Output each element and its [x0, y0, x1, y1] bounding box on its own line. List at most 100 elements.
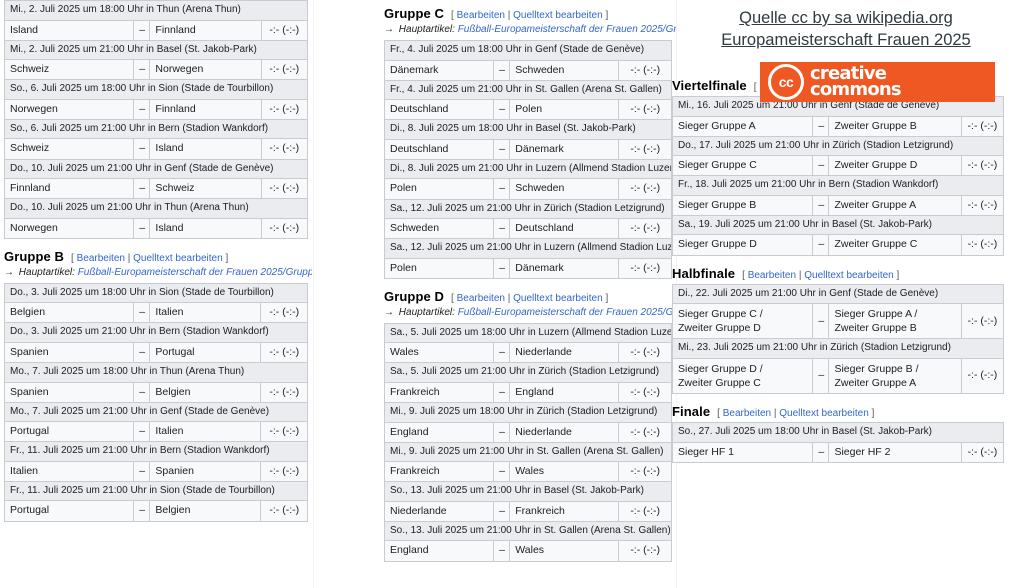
home-team-cell: Sieger Gruppe D / Zweiter Gruppe C [671, 357, 814, 395]
home-team-cell: Sieger Gruppe C [671, 155, 814, 177]
match-date-row: So., 13. Juli 2025 um 21:00 Uhr in Basel… [384, 481, 672, 502]
match-date-cell: Do., 3. Juli 2025 um 21:00 Uhr in Bern (… [4, 322, 308, 343]
versus-dash: – [493, 381, 511, 404]
versus-dash: – [133, 98, 151, 120]
away-team-cell: Island [149, 217, 262, 239]
match-date-row: Mi., 2. Juli 2025 um 18:00 Uhr in Thun (… [4, 0, 308, 21]
versus-dash: – [133, 302, 151, 324]
match-date-row: Di., 8. Juli 2025 um 18:00 Uhr in Basel … [384, 119, 672, 140]
away-team-cell: Spanien [149, 460, 262, 482]
match-rows-gruppe-b: Do., 3. Juli 2025 um 18:00 Uhr in Sion (… [3, 282, 308, 522]
match-row: Deutschland – Polen -:- (-:-) [383, 99, 672, 121]
main-article-label: Hauptartikel: [398, 306, 455, 318]
score-cell: -:- (-:-) [618, 59, 672, 81]
match-row: Belgien – Italien -:- (-:-) [3, 302, 308, 324]
match-date-cell: Fr., 18. Juli 2025 um 21:00 Uhr in Bern … [672, 175, 1004, 196]
score-cell: -:- (-:-) [260, 177, 309, 200]
bracket-close: ] [871, 408, 875, 420]
match-table-finale: So., 27. Juli 2025 um 18:00 Uhr in Basel… [671, 422, 1005, 463]
versus-dash: – [133, 19, 151, 41]
match-row: Schweiz – Norwegen -:- (-:-) [3, 59, 309, 81]
section-edit-links: [ Bearbeiten | Quelltext bearbeiten ] [742, 270, 899, 281]
home-team-cell: Finnland [3, 177, 135, 200]
score-cell: -:- (-:-) [618, 99, 672, 121]
home-team-cell: Dänemark [383, 59, 495, 81]
away-team-cell: Sieger Gruppe B / Zweiter Gruppe A [828, 357, 962, 395]
match-row: Island – Finnland -:- (-:-) [3, 19, 309, 41]
home-team-cell: Spanien [3, 381, 135, 403]
score-cell: -:- (-:-) [618, 381, 672, 404]
match-row: Portugal – Belgien -:- (-:-) [3, 500, 308, 522]
cc-mark-text: cc [778, 74, 794, 90]
main-article-link[interactable]: Fußball-Europameisterschaft der Frauen 2… [458, 307, 676, 318]
section-edit-links: [ Bearbeiten | Quelltext bearbeiten ] [451, 293, 608, 304]
edit-source-link[interactable]: Quelltext bearbeiten [804, 270, 894, 281]
edit-link[interactable]: Bearbeiten [457, 10, 505, 21]
away-team-cell: Norwegen [149, 59, 262, 81]
edit-source-link[interactable]: Quelltext bearbeiten [513, 293, 603, 304]
match-date-cell: Sa., 5. Juli 2025 um 21:00 Uhr in Zürich… [384, 362, 672, 383]
home-team-cell: Schweiz [3, 59, 135, 81]
arrow-icon: → [4, 266, 14, 278]
match-date-row: Mi., 23. Juli 2025 um 21:00 Uhr in Züric… [672, 338, 1004, 359]
edit-link[interactable]: Bearbeiten [723, 408, 771, 419]
link-separator: | [507, 10, 511, 21]
match-date-cell: So., 6. Juli 2025 um 18:00 Uhr in Sion (… [4, 79, 308, 100]
match-rows-gruppe-a: Mi., 2. Juli 2025 um 18:00 Uhr in Thun (… [3, 0, 309, 239]
match-row: Schweiz – Island -:- (-:-) [3, 138, 309, 160]
match-row: Italien – Spanien -:- (-:-) [3, 460, 308, 482]
edit-source-link[interactable]: Quelltext bearbeiten [779, 408, 869, 419]
match-date-row: Fr., 11. Juli 2025 um 21:00 Uhr in Bern … [4, 441, 308, 462]
match-date-row: Mo., 7. Juli 2025 um 18:00 Uhr in Thun (… [4, 362, 308, 383]
score-cell: -:- (-:-) [618, 461, 672, 483]
home-team-cell: Belgien [3, 302, 135, 324]
away-team-cell: Wales [509, 540, 620, 562]
versus-dash: – [493, 500, 511, 522]
away-team-cell: Zweiter Gruppe D [828, 155, 962, 177]
bracket-close: ] [225, 252, 229, 264]
away-team-cell: Wales [509, 461, 620, 483]
link-separator: | [773, 408, 777, 420]
main-article-link[interactable]: Fußball-Europameisterschaft der Frauen 2… [78, 267, 312, 278]
match-date-row: So., 6. Juli 2025 um 21:00 Uhr in Bern (… [4, 118, 308, 140]
bracket-open: [ [742, 269, 745, 281]
home-team-cell: Spanien [3, 341, 135, 364]
away-team-cell: England [509, 381, 620, 404]
score-cell: -:- (-:-) [260, 19, 309, 41]
match-date-cell: So., 6. Juli 2025 um 21:00 Uhr in Bern (… [4, 118, 308, 140]
home-team-cell: Portugal [3, 421, 135, 443]
away-team-cell: Belgien [149, 381, 262, 403]
versus-dash: – [493, 342, 511, 364]
main-article-link[interactable]: Fußball-Europameisterschaft der Frauen 2… [458, 24, 676, 35]
match-date-row: So., 13. Juli 2025 um 21:00 Uhr in St. G… [384, 520, 672, 542]
match-table-halbfinale: Di., 22. Juli 2025 um 21:00 Uhr in Genf … [671, 283, 1005, 395]
cc-mark-icon: cc [768, 64, 804, 100]
match-row: Frankreich – England -:- (-:-) [383, 381, 672, 404]
edit-source-link[interactable]: Quelltext bearbeiten [133, 253, 223, 264]
column-middle: Gruppe C [ Bearbeiten | Quelltext bearbe… [380, 0, 676, 572]
match-date-cell: Sa., 5. Juli 2025 um 18:00 Uhr in Luzern… [384, 322, 672, 344]
match-row: Sieger Gruppe C – Zweiter Gruppe D -:- (-:-… [671, 155, 1005, 177]
versus-dash: – [812, 441, 830, 463]
home-team-cell: Sieger Gruppe A [671, 115, 814, 137]
versus-dash: – [493, 59, 511, 81]
section-heading-gruppe-d: Gruppe D [ Bearbeiten | Quelltext bearbe… [384, 289, 676, 304]
edit-source-link[interactable]: Quelltext bearbeiten [513, 10, 603, 21]
bracket-open: [ [753, 82, 757, 93]
match-date-row: Mi., 2. Juli 2025 um 21:00 Uhr in Basel … [4, 39, 308, 61]
match-row: Deutschland – Dänemark -:- (-:-) [383, 138, 672, 160]
away-team-cell: Deutschland [509, 217, 620, 240]
edit-link[interactable]: Bearbeiten [748, 270, 796, 281]
match-date-cell: Mi., 9. Juli 2025 um 18:00 Uhr in Zürich… [384, 402, 672, 423]
match-row: Wales – Niederlande -:- (-:-) [383, 342, 672, 364]
versus-dash: – [812, 302, 830, 340]
away-team-cell: Belgien [149, 500, 262, 522]
match-row: Dänemark – Schweden -:- (-:-) [383, 59, 672, 81]
section-title: Halbfinale [672, 265, 736, 281]
away-team-cell: Sieger Gruppe A / Zweiter Gruppe B [828, 302, 962, 340]
section-heading-finale: Finale [ Bearbeiten | Quelltext bearbeit… [672, 404, 1024, 419]
edit-link[interactable]: Bearbeiten [77, 253, 125, 264]
edit-link[interactable]: Bearbeiten [457, 293, 505, 304]
home-team-cell: Polen [383, 257, 495, 279]
match-date-row: Di., 22. Juli 2025 um 21:00 Uhr in Genf … [672, 283, 1004, 304]
